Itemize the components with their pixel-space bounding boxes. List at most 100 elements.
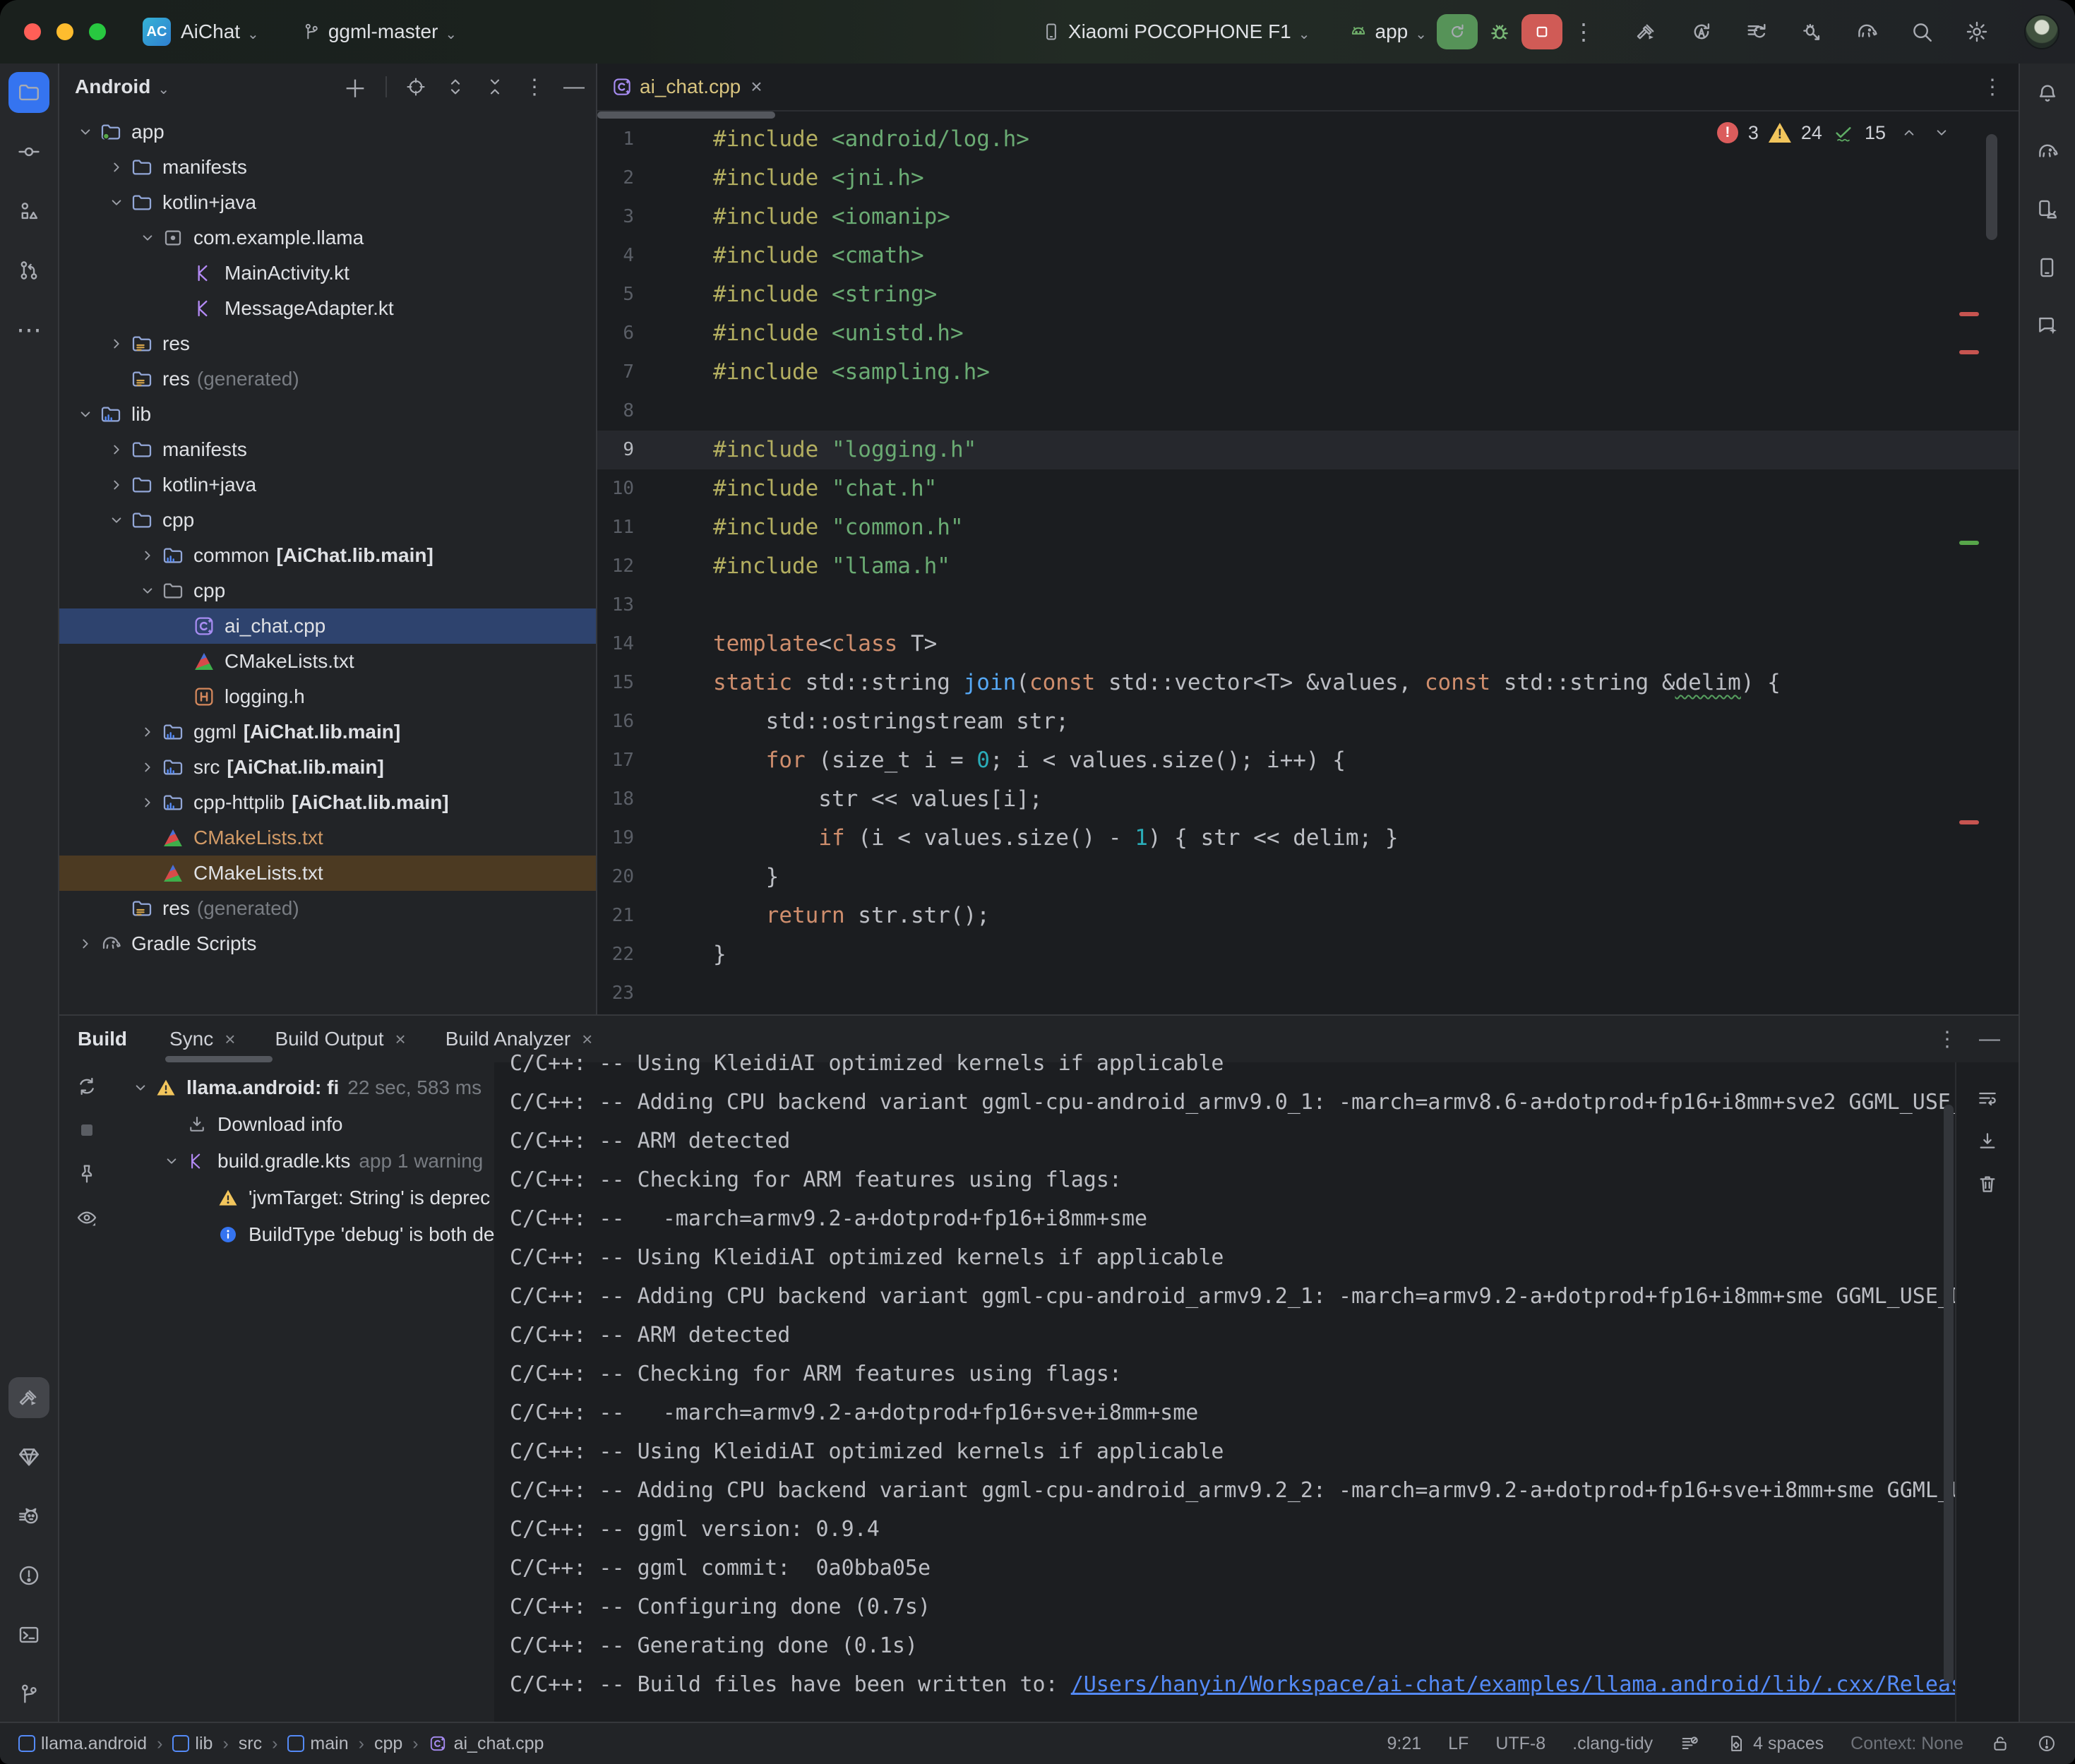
- tree-item-build-gradle-kts[interactable]: build.gradle.ktsapp 1 warning: [114, 1143, 494, 1180]
- tree-item-res[interactable]: res(generated): [59, 891, 596, 926]
- pin-tab-button[interactable]: [76, 1163, 98, 1185]
- close-tab-button[interactable]: ×: [751, 76, 762, 98]
- line-number[interactable]: 5: [597, 275, 634, 314]
- gradle-sync-button[interactable]: [1855, 20, 1879, 44]
- hide-build-panel-button[interactable]: —: [1979, 1027, 2000, 1051]
- stop-sync-button[interactable]: [76, 1119, 98, 1141]
- line-number[interactable]: 15: [597, 664, 634, 702]
- tree-item-common[interactable]: common[AiChat.lib.main]: [59, 538, 596, 573]
- code-line-22[interactable]: 22}: [597, 935, 2019, 974]
- project-tool-button[interactable]: [8, 72, 49, 113]
- close-tab-button[interactable]: ×: [225, 1028, 235, 1050]
- error-stripe-mark[interactable]: [1959, 312, 1979, 316]
- editor-vertical-scrollbar[interactable]: [1986, 134, 1997, 240]
- code-line-5[interactable]: 5#include <string>: [597, 275, 2019, 314]
- line-number[interactable]: 16: [597, 702, 634, 741]
- tree-item-res[interactable]: res(generated): [59, 361, 596, 397]
- tree-item-buildtype-debug-is-both-de[interactable]: BuildType 'debug' is both de: [114, 1216, 494, 1253]
- chevron-right-icon[interactable]: [104, 335, 128, 353]
- breadcrumb-ai-chat-cpp[interactable]: ai_chat.cpp: [429, 1734, 544, 1754]
- close-tab-button[interactable]: ×: [395, 1028, 406, 1050]
- tree-item-gradle-scripts[interactable]: Gradle Scripts: [59, 926, 596, 961]
- chevron-right-icon[interactable]: [136, 758, 160, 776]
- line-number[interactable]: 7: [597, 353, 634, 392]
- tree-item-llama-android-fi[interactable]: llama.android: fi22 sec, 583 ms: [114, 1069, 494, 1106]
- gemini-chat-button[interactable]: [2027, 305, 2068, 346]
- more-tool-windows-button[interactable]: ⋯: [8, 309, 49, 350]
- code-line-6[interactable]: 6#include <unistd.h>: [597, 314, 2019, 353]
- code-line-20[interactable]: 20 }: [597, 858, 2019, 896]
- build-console[interactable]: C/C++: -- Using KleidiAI optimized kerne…: [494, 1062, 2019, 1722]
- version-control-tool-button[interactable]: [8, 1674, 49, 1715]
- hide-panel-button[interactable]: —: [563, 75, 585, 99]
- tree-item-cmakelists-txt[interactable]: CMakeLists.txt: [59, 644, 596, 679]
- chevron-down-icon[interactable]: [136, 229, 160, 247]
- chevron-down-icon[interactable]: [160, 1152, 184, 1170]
- console-scrollbar[interactable]: [1944, 1105, 1954, 1684]
- tree-item-app[interactable]: app: [59, 114, 596, 150]
- clear-console-button[interactable]: [1976, 1172, 1999, 1195]
- code-line-15[interactable]: 15static std::string join(const std::vec…: [597, 664, 2019, 702]
- chevron-right-icon[interactable]: [136, 793, 160, 812]
- caret-position[interactable]: 9:21: [1387, 1734, 1421, 1754]
- soft-wrap-button[interactable]: [1976, 1088, 1999, 1110]
- chevron-down-icon[interactable]: [104, 511, 128, 529]
- code-line-4[interactable]: 4#include <cmath>: [597, 236, 2019, 275]
- locate-file-button[interactable]: [405, 76, 426, 97]
- linter[interactable]: .clang-tidy: [1572, 1734, 1653, 1754]
- breadcrumb-llama-android[interactable]: llama.android: [18, 1734, 147, 1754]
- code-line-13[interactable]: 13: [597, 586, 2019, 625]
- tree-item-manifests[interactable]: manifests: [59, 150, 596, 185]
- line-number[interactable]: 8: [597, 392, 634, 431]
- tree-item-src[interactable]: src[AiChat.lib.main]: [59, 750, 596, 785]
- chevron-down-icon[interactable]: [136, 582, 160, 600]
- code-line-10[interactable]: 10#include "chat.h": [597, 469, 2019, 508]
- next-problem-button[interactable]: [1932, 124, 1951, 142]
- device-selector[interactable]: Xiaomi POCOPHONE F1 ⌄: [1041, 20, 1310, 43]
- inspections-widget[interactable]: ! 3 ! 24 15: [1717, 121, 1951, 144]
- prev-problem-button[interactable]: [1900, 124, 1918, 142]
- pull-requests-tool-button[interactable]: [8, 250, 49, 291]
- rerun-button[interactable]: [1437, 14, 1478, 49]
- structure-tool-button[interactable]: [8, 191, 49, 232]
- tree-item-cpp-httplib[interactable]: cpp-httplib[AiChat.lib.main]: [59, 785, 596, 820]
- expand-all-button[interactable]: [445, 76, 466, 97]
- line-number[interactable]: 23: [597, 974, 634, 1013]
- line-number[interactable]: 21: [597, 896, 634, 935]
- debug-button[interactable]: [1488, 20, 1512, 44]
- editor-options-button[interactable]: ⋮: [1982, 75, 2003, 100]
- project-selector[interactable]: AC AiChat ⌄: [143, 18, 259, 46]
- line-number[interactable]: 18: [597, 780, 634, 819]
- line-number[interactable]: 14: [597, 625, 634, 664]
- code-line-14[interactable]: 14template<class T>: [597, 625, 2019, 664]
- build-tool-button[interactable]: [8, 1377, 49, 1418]
- console-path-link[interactable]: /Users/hanyin/Workspace/ai-chat/examples…: [1071, 1672, 1955, 1697]
- line-number[interactable]: 9: [597, 431, 634, 469]
- tree-item-ai-chat-cpp[interactable]: ai_chat.cpp: [59, 608, 596, 644]
- indent-config[interactable]: 4 spaces: [1726, 1734, 1824, 1754]
- tree-item-kotlin-java[interactable]: kotlin+java: [59, 467, 596, 503]
- tree-item-manifests[interactable]: manifests: [59, 432, 596, 467]
- breadcrumb-lib[interactable]: lib: [172, 1734, 213, 1754]
- code-line-21[interactable]: 21 return str.str();: [597, 896, 2019, 935]
- more-run-options-button[interactable]: ⋮: [1572, 18, 1595, 45]
- minimize-window-button[interactable]: [56, 23, 73, 40]
- build-tab-build-output[interactable]: Build Output×: [275, 1028, 405, 1050]
- error-stripe-mark[interactable]: [1959, 820, 1979, 824]
- change-stripe-mark[interactable]: [1959, 541, 1979, 545]
- line-number[interactable]: 6: [597, 314, 634, 353]
- tree-item-lib[interactable]: lib: [59, 397, 596, 432]
- chevron-right-icon[interactable]: [136, 546, 160, 565]
- avatar[interactable]: [2024, 14, 2059, 49]
- encoding[interactable]: UTF-8: [1495, 1734, 1545, 1754]
- gradle-tool-button[interactable]: [2027, 131, 2068, 172]
- new-file-button[interactable]: ＋: [343, 70, 367, 104]
- run-config-selector[interactable]: app ⌄: [1349, 20, 1427, 43]
- line-number[interactable]: 22: [597, 935, 634, 974]
- code-line-12[interactable]: 12#include "llama.h": [597, 547, 2019, 586]
- breadcrumb-cpp[interactable]: cpp: [374, 1734, 402, 1754]
- code-line-18[interactable]: 18 str << values[i];: [597, 780, 2019, 819]
- device-manager-button[interactable]: [2027, 189, 2068, 230]
- chevron-down-icon[interactable]: [73, 405, 97, 424]
- filter-view-button[interactable]: [76, 1206, 98, 1229]
